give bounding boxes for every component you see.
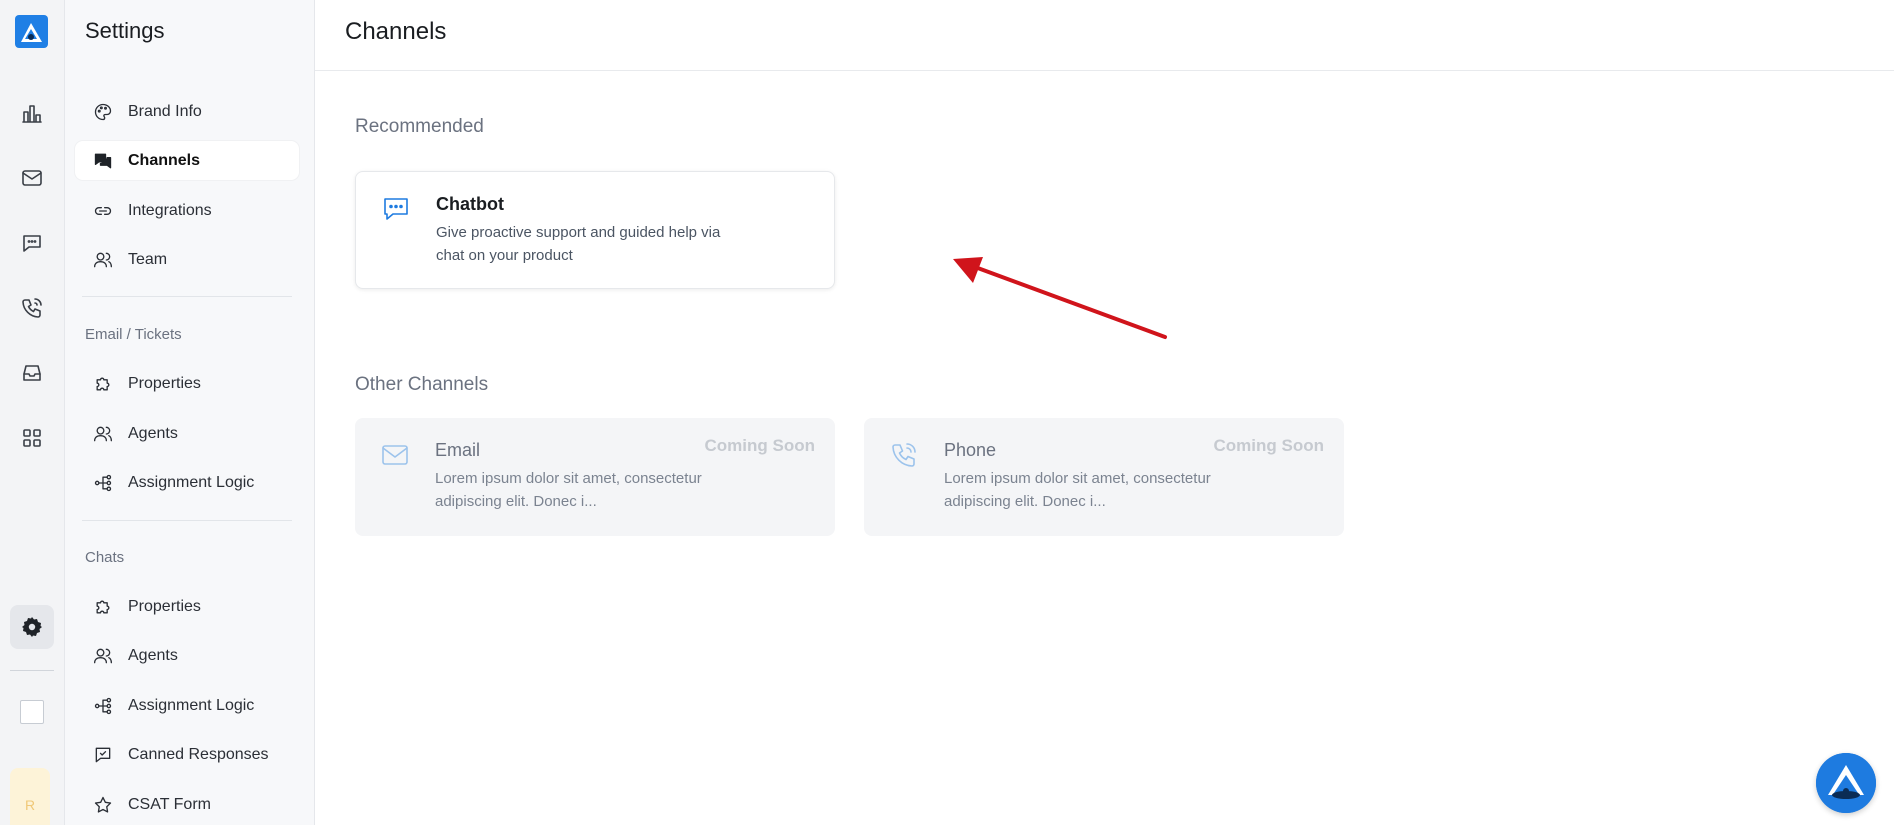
icon-rail: R xyxy=(0,0,65,825)
inbox-icon[interactable] xyxy=(10,351,54,395)
puzzle-icon xyxy=(96,600,110,613)
sidebar-item-label: Assignment Logic xyxy=(128,473,255,491)
main-content: Channels Recommended Chatbot Give proact… xyxy=(315,0,1894,825)
phone-icon xyxy=(889,440,919,470)
recommended-heading: Recommended xyxy=(355,116,484,137)
status-badge: Coming Soon xyxy=(704,436,815,455)
sidebar-item-label: Agents xyxy=(128,646,178,664)
chat-bubbles-icon xyxy=(94,153,112,168)
chat-icon[interactable] xyxy=(10,221,54,265)
sidebar-item-label: Properties xyxy=(128,597,201,615)
agents-icon xyxy=(94,426,113,441)
sidebar-title: Settings xyxy=(85,18,165,43)
avatar[interactable]: R xyxy=(10,768,50,825)
phone-call-icon[interactable] xyxy=(10,286,54,330)
flow-icon xyxy=(94,697,112,714)
agents-icon xyxy=(94,648,113,663)
mail-icon[interactable] xyxy=(10,156,54,200)
sidebar-item-chat-properties[interactable]: Properties xyxy=(75,587,299,626)
channel-card-chatbot[interactable]: Chatbot Give proactive support and guide… xyxy=(355,171,835,289)
sidebar-item-chat-assignment-logic[interactable]: Assignment Logic xyxy=(75,686,299,725)
canned-response-icon xyxy=(95,747,111,762)
brand-sail-icon xyxy=(1816,753,1876,813)
palette-icon xyxy=(94,103,112,120)
channel-card-phone[interactable]: Coming Soon Phone Lorem ipsum dolor sit … xyxy=(864,418,1344,536)
sidebar-item-canned-responses[interactable]: Canned Responses xyxy=(75,735,299,774)
flow-icon xyxy=(94,474,112,491)
channel-card-email[interactable]: Coming Soon Email Lorem ipsum dolor sit … xyxy=(355,418,835,536)
link-icon xyxy=(94,206,112,215)
settings-sidebar: Settings Brand Info Channels Integration… xyxy=(65,0,315,825)
sidebar-item-label: CSAT Form xyxy=(128,795,211,813)
star-icon xyxy=(94,796,112,813)
sidebar-item-label: Channels xyxy=(128,151,201,169)
puzzle-icon xyxy=(96,377,110,390)
sidebar-item-label: Team xyxy=(128,250,168,268)
page-header: Channels xyxy=(315,0,1894,71)
chat-dots-icon xyxy=(381,194,411,224)
settings-gear-icon[interactable] xyxy=(10,605,54,649)
status-badge: Coming Soon xyxy=(1213,436,1324,455)
page-title: Channels xyxy=(345,18,447,45)
sidebar-divider xyxy=(82,296,292,297)
sidebar-item-team[interactable]: Team xyxy=(75,240,299,279)
sidebar-item-label: Agents xyxy=(128,424,178,442)
team-icon xyxy=(94,252,113,267)
brand-logo-icon[interactable] xyxy=(15,15,48,48)
avatar-initial: R xyxy=(24,797,36,813)
card-description: Give proactive support and guided help v… xyxy=(436,224,721,264)
sidebar-item-csat-form[interactable]: CSAT Form xyxy=(75,785,299,824)
help-chat-launcher-button[interactable] xyxy=(1816,753,1876,813)
sidebar-item-label: Canned Responses xyxy=(128,745,269,763)
section-label-chats: Chats xyxy=(85,549,125,566)
sidebar-item-email-assignment-logic[interactable]: Assignment Logic xyxy=(75,463,299,502)
sidebar-item-label: Assignment Logic xyxy=(128,696,255,714)
apps-grid-icon[interactable] xyxy=(10,416,54,460)
sidebar-item-label: Brand Info xyxy=(128,102,202,120)
analytics-icon[interactable] xyxy=(10,92,54,136)
annotation-arrow-icon xyxy=(953,257,1167,339)
sidebar-item-chat-agents[interactable]: Agents xyxy=(75,636,299,675)
sidebar-item-brand-info[interactable]: Brand Info xyxy=(75,92,299,131)
other-channels-heading: Other Channels xyxy=(355,374,489,395)
section-label-email-tickets: Email / Tickets xyxy=(85,326,182,343)
card-description: Lorem ipsum dolor sit amet, consectetur … xyxy=(435,470,702,510)
sidebar-item-label: Integrations xyxy=(128,201,212,219)
card-title: Chatbot xyxy=(436,194,504,214)
envelope-icon xyxy=(380,440,410,470)
sidebar-item-label: Properties xyxy=(128,374,201,392)
sidebar-item-channels[interactable]: Channels xyxy=(75,141,299,180)
card-description: Lorem ipsum dolor sit amet, consectetur … xyxy=(944,470,1211,510)
sidebar-divider xyxy=(82,520,292,521)
rail-divider xyxy=(10,670,54,671)
rail-checkbox[interactable] xyxy=(20,700,44,724)
sidebar-item-email-properties[interactable]: Properties xyxy=(75,364,299,403)
sidebar-item-email-agents[interactable]: Agents xyxy=(75,414,299,453)
sidebar-item-integrations[interactable]: Integrations xyxy=(75,191,299,230)
